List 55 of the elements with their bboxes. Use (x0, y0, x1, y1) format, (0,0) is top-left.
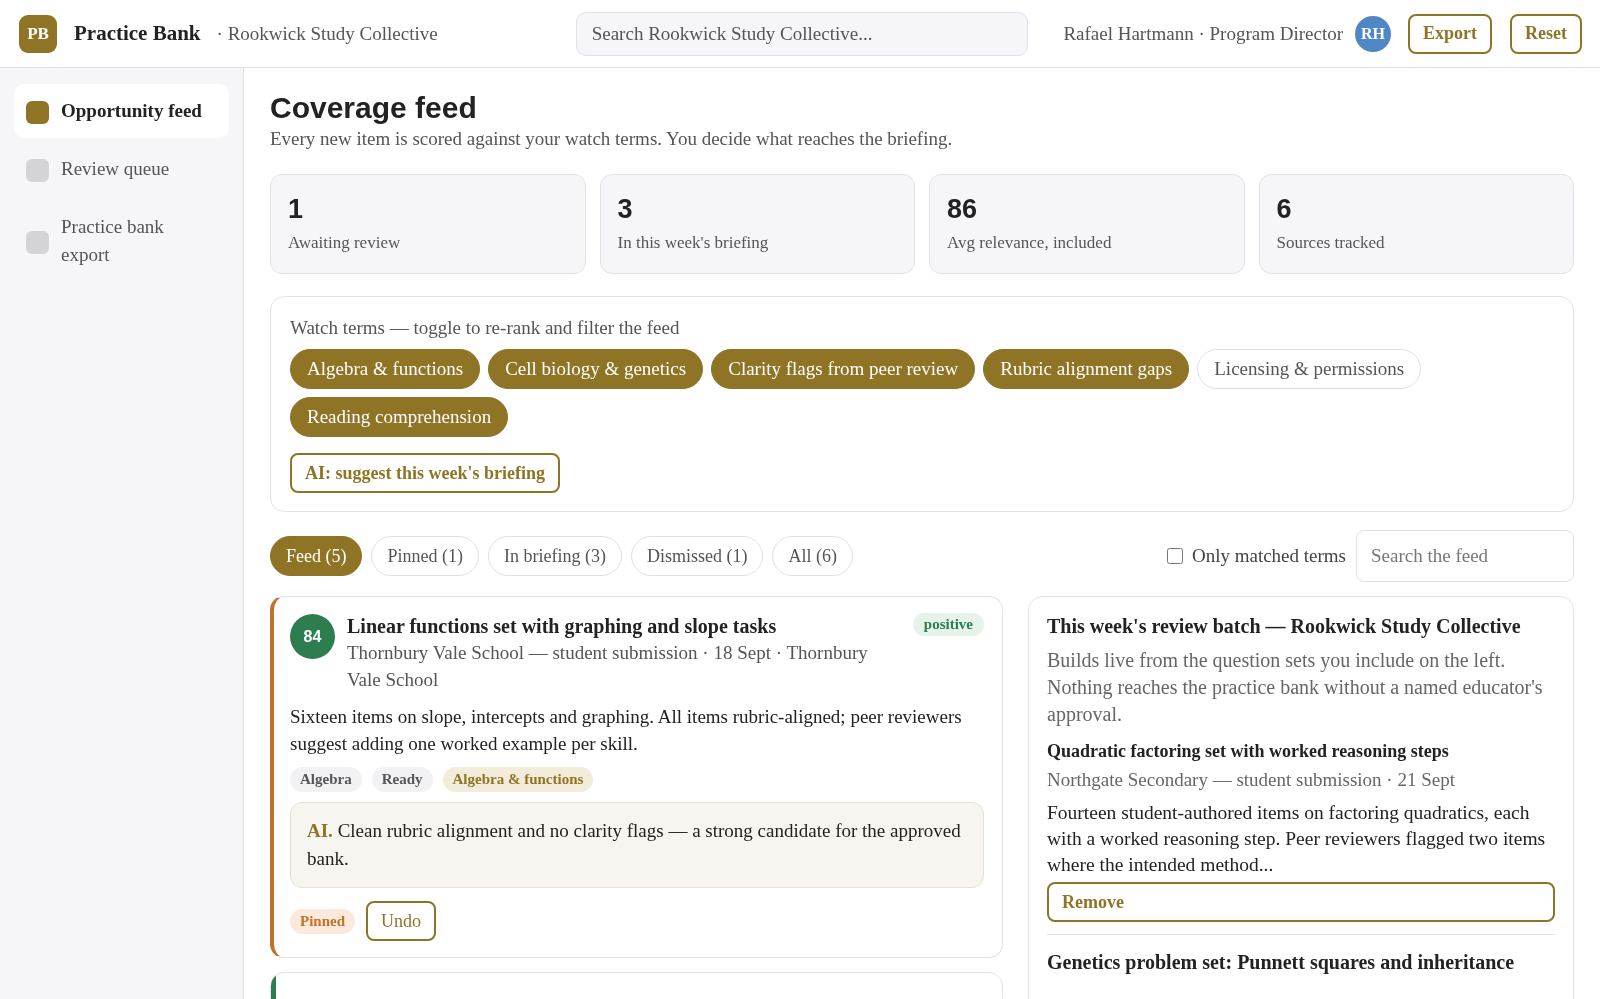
app-logo: PB (19, 14, 57, 53)
watch-terms-label: Watch terms — toggle to re-rank and filter the feed (290, 317, 681, 339)
tag: Algebra & functions (442, 767, 594, 792)
briefing-description: Builds live from the question sets you include on the left. Nothing reaches the practice bank without a named educator's approval. (1047, 648, 1544, 728)
user-label: Rafael Hartmann · Program Director (1063, 22, 1343, 45)
watch-term-chip[interactable]: Rubric alignment gaps (983, 349, 1190, 389)
sentiment-badge: positive (912, 613, 984, 636)
card-title[interactable]: Linear functions set with graphing and slope tasks (347, 613, 901, 639)
stat-label: Awaiting review (288, 233, 402, 253)
organization-name: · Rookwick Study Collective (216, 22, 438, 45)
stat-value: 86 (947, 193, 979, 225)
filter-tab[interactable]: All (6) (772, 536, 853, 576)
checkbox-label[interactable]: Only matched terms (1191, 545, 1346, 567)
page-subtitle: Every new item is scored against your watch terms. You decide what reaches the briefing. (270, 128, 954, 150)
briefing-item-title: Genetics problem set: Punnett squares and inheritance (1047, 950, 1516, 975)
filter-tab[interactable]: Feed (5) (270, 536, 363, 576)
filter-tab[interactable]: Pinned (1) (371, 536, 479, 576)
briefing-item-summary: Fourteen student-authored items on factoring quadratics, each with a worked reasoning step. Peer reviewers flagged two items where the intended method... (1047, 801, 1547, 877)
ai-note: AI. Clean rubric alignment and no clarity flags — a strong candidate for the approved bank. (290, 802, 984, 888)
card-summary: Sixteen items on slope, intercepts and graphing. All items rubric-aligned; peer reviewers suggest adding one worked example per skill. (290, 705, 963, 756)
score-badge: 84 (290, 614, 335, 659)
briefing-item-title: Quadratic factoring set with worked reasoning steps (1047, 740, 1450, 763)
undo-button[interactable]: Undo (366, 901, 436, 941)
stat-label: Sources tracked (1276, 233, 1386, 253)
stat-value: 6 (1276, 193, 1293, 225)
remove-button[interactable]: Remove (1047, 882, 1555, 922)
card-meta: Thornbury Vale School — student submission · 18 Sept · Thornbury Vale School (347, 641, 869, 692)
page-title: Coverage feed (270, 90, 478, 126)
ai-suggest-button[interactable]: AI: suggest this week's briefing (290, 453, 560, 493)
app-name: Practice Bank (74, 21, 201, 46)
watch-term-chip[interactable]: Clarity flags from peer review (711, 349, 976, 389)
stat-label: Avg relevance, included (947, 233, 1113, 253)
watch-term-chip[interactable]: Reading comprehension (290, 397, 509, 437)
stat-value: 1 (288, 193, 305, 225)
checkbox[interactable] (1166, 548, 1183, 564)
header-button[interactable]: Export (1408, 13, 1492, 54)
status-badge: Pinned (290, 908, 355, 934)
stat-label: In this week's briefing (617, 233, 770, 253)
user-avatar[interactable]: RH (1355, 15, 1391, 52)
watch-term-chip[interactable]: Cell biology & genetics (488, 349, 704, 389)
sidebar-item[interactable]: Practice bank export (14, 200, 229, 282)
feed-search-field[interactable]: Search the feed (1356, 530, 1574, 582)
tag: Ready (371, 767, 433, 792)
watch-term-chip[interactable]: Algebra & functions (290, 349, 481, 389)
stat-value: 3 (617, 193, 634, 225)
briefing-title: This week's review batch — Rookwick Study Collective (1047, 614, 1522, 639)
filter-tab[interactable]: In briefing (3) (488, 536, 622, 576)
search-field[interactable]: Search Rookwick Study Collective... (575, 11, 1028, 56)
sidebar-item[interactable]: Opportunity feed (14, 84, 229, 138)
header-button[interactable]: Reset (1510, 13, 1582, 54)
sidebar-item[interactable]: Review queue (14, 142, 229, 196)
tag: Algebra (290, 767, 362, 792)
watch-term-chip[interactable]: Licensing & permissions (1197, 349, 1422, 389)
briefing-item-meta: Northgate Secondary — student submission · 21 Sept (1047, 768, 1456, 792)
filter-tab[interactable]: Dismissed (1) (630, 536, 764, 576)
